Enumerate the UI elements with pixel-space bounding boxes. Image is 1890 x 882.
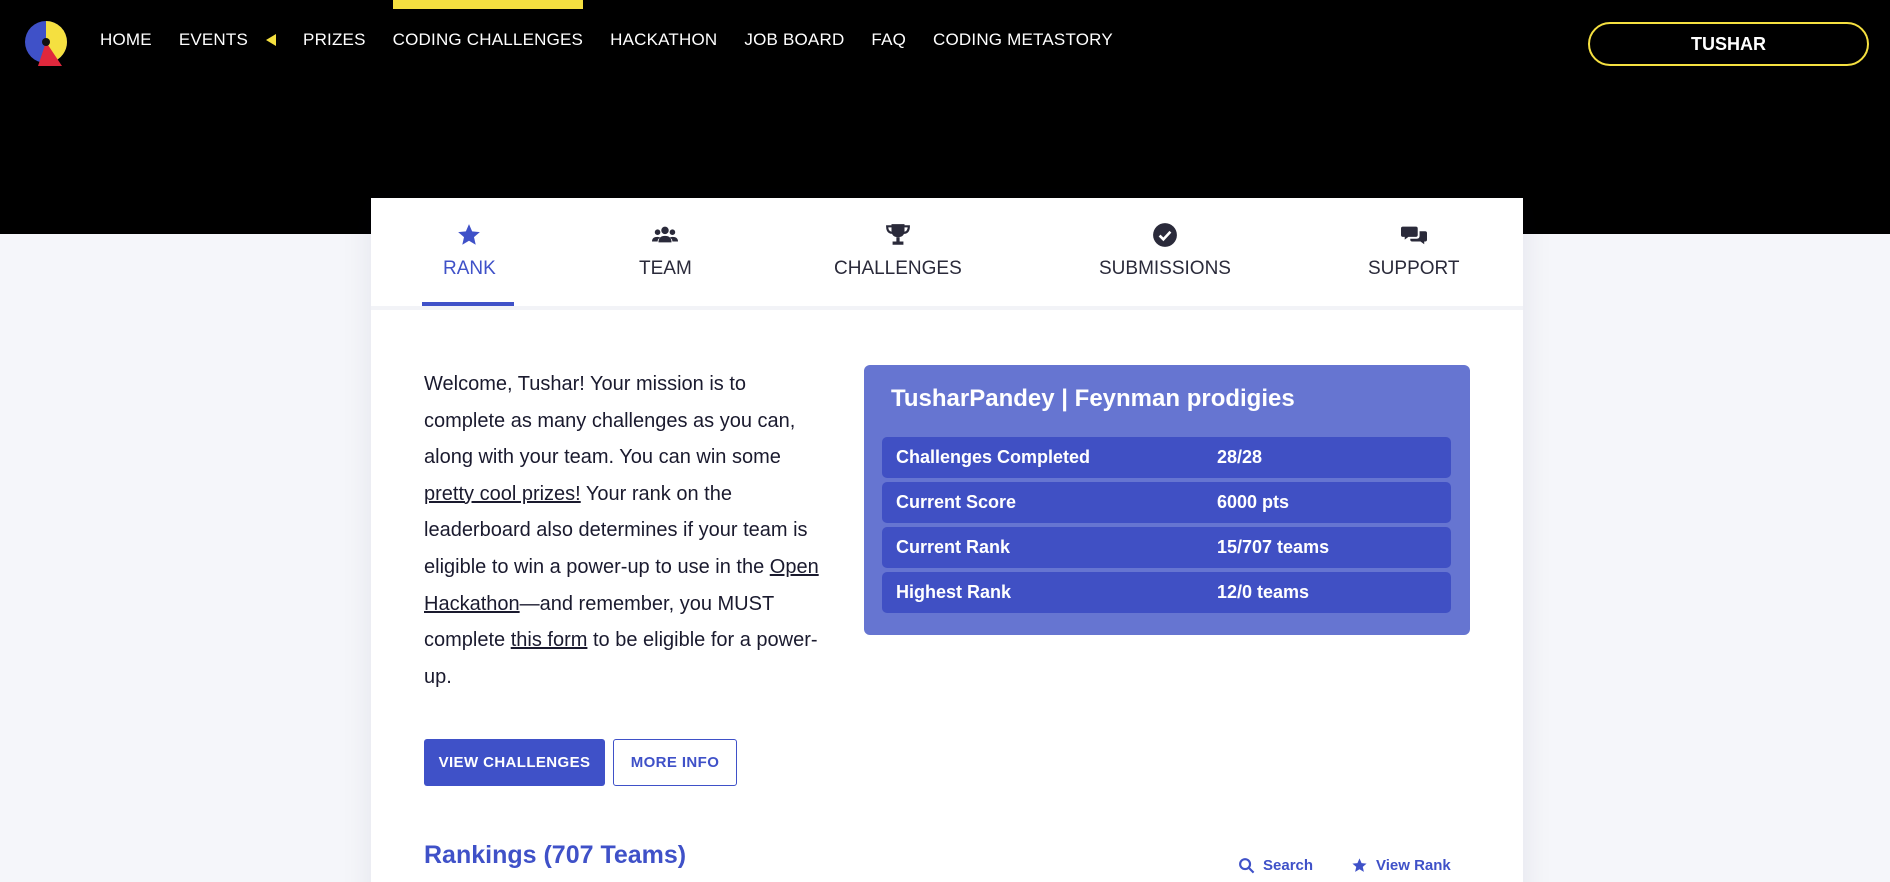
welcome-text: Welcome, Tushar! Your mission is to comp…	[424, 366, 824, 695]
tab-support[interactable]: SUPPORT	[1368, 222, 1460, 280]
stat-row-current-rank: Current Rank 15/707 teams	[882, 527, 1451, 568]
star-icon	[458, 224, 481, 245]
tab-rank-label: RANK	[443, 258, 496, 279]
prizes-link[interactable]: pretty cool prizes!	[424, 483, 581, 505]
chat-icon	[1400, 226, 1427, 245]
tab-team-label: TEAM	[639, 258, 692, 279]
nav-events[interactable]: EVENTS	[178, 30, 277, 50]
form-link[interactable]: this form	[511, 629, 588, 651]
tab-team[interactable]: TEAM	[639, 222, 692, 280]
tab-rank[interactable]: RANK	[443, 222, 496, 280]
tab-challenges[interactable]: CHALLENGES	[834, 222, 962, 280]
stat-label: Current Score	[896, 492, 1017, 512]
stat-label: Challenges Completed	[896, 447, 1091, 467]
tab-bar: RANK TEAM CHALLENGES SUBMISSIONS SUPPORT	[371, 198, 1523, 310]
check-circle-icon	[1153, 223, 1177, 247]
stat-value: 28/28	[1217, 447, 1263, 467]
nav-home[interactable]: HOME	[100, 30, 152, 50]
search-icon	[1239, 858, 1255, 874]
dashboard-card: RANK TEAM CHALLENGES SUBMISSIONS SUPPORT…	[371, 198, 1523, 882]
view-challenges-button[interactable]: VIEW CHALLENGES	[424, 739, 605, 786]
tab-challenges-label: CHALLENGES	[834, 258, 962, 279]
nav-prizes[interactable]: PRIZES	[303, 30, 366, 50]
trophy-icon	[885, 224, 910, 245]
nav-hackathon[interactable]: HACKATHON	[610, 30, 717, 50]
stat-label: Current Rank	[896, 537, 1011, 557]
tab-support-label: SUPPORT	[1368, 258, 1460, 279]
stat-label: Highest Rank	[896, 582, 1012, 602]
team-stats-title: TusharPandey | Feynman prodigies	[891, 385, 1295, 412]
star-icon	[1352, 858, 1367, 872]
user-account-button[interactable]: TUSHAR	[1588, 22, 1869, 66]
stat-value: 15/707 teams	[1217, 537, 1330, 557]
caret-left-icon[interactable]	[266, 34, 277, 46]
search-rankings-button[interactable]: Search	[1238, 857, 1313, 874]
welcome-part-1: Welcome, Tushar! Your mission is to comp…	[424, 373, 796, 469]
main-nav: HOME EVENTS PRIZES CODING CHALLENGES HAC…	[100, 0, 1140, 50]
nav-faq[interactable]: FAQ	[871, 30, 906, 50]
active-tab-indicator	[422, 302, 514, 306]
stat-row-challenges-completed: Challenges Completed 28/28	[882, 437, 1451, 478]
nav-job-board[interactable]: JOB BOARD	[744, 30, 844, 50]
users-icon	[652, 226, 679, 243]
search-label: Search	[1263, 857, 1314, 874]
view-rank-label: View Rank	[1376, 857, 1451, 874]
team-stats-panel: TusharPandey | Feynman prodigies Challen…	[864, 365, 1470, 635]
view-rank-button[interactable]: View Rank	[1351, 857, 1451, 874]
stat-row-highest-rank: Highest Rank 12/0 teams	[882, 572, 1451, 613]
rankings-title: Rankings (707 Teams)	[424, 841, 687, 869]
stat-value: 12/0 teams	[1217, 582, 1310, 602]
stat-row-current-score: Current Score 6000 pts	[882, 482, 1451, 523]
nav-events-label: EVENTS	[178, 30, 249, 49]
tab-submissions-label: SUBMISSIONS	[1099, 258, 1231, 279]
more-info-button[interactable]: MORE INFO	[613, 739, 737, 786]
nav-coding-challenges[interactable]: CODING CHALLENGES	[392, 0, 584, 50]
stat-value: 6000 pts	[1217, 492, 1290, 512]
tab-submissions[interactable]: SUBMISSIONS	[1099, 222, 1231, 280]
nav-coding-metastory[interactable]: CODING METASTORY	[933, 30, 1113, 50]
top-navbar: HOME EVENTS PRIZES CODING CHALLENGES HAC…	[0, 0, 1890, 84]
logo-icon[interactable]	[22, 20, 70, 68]
